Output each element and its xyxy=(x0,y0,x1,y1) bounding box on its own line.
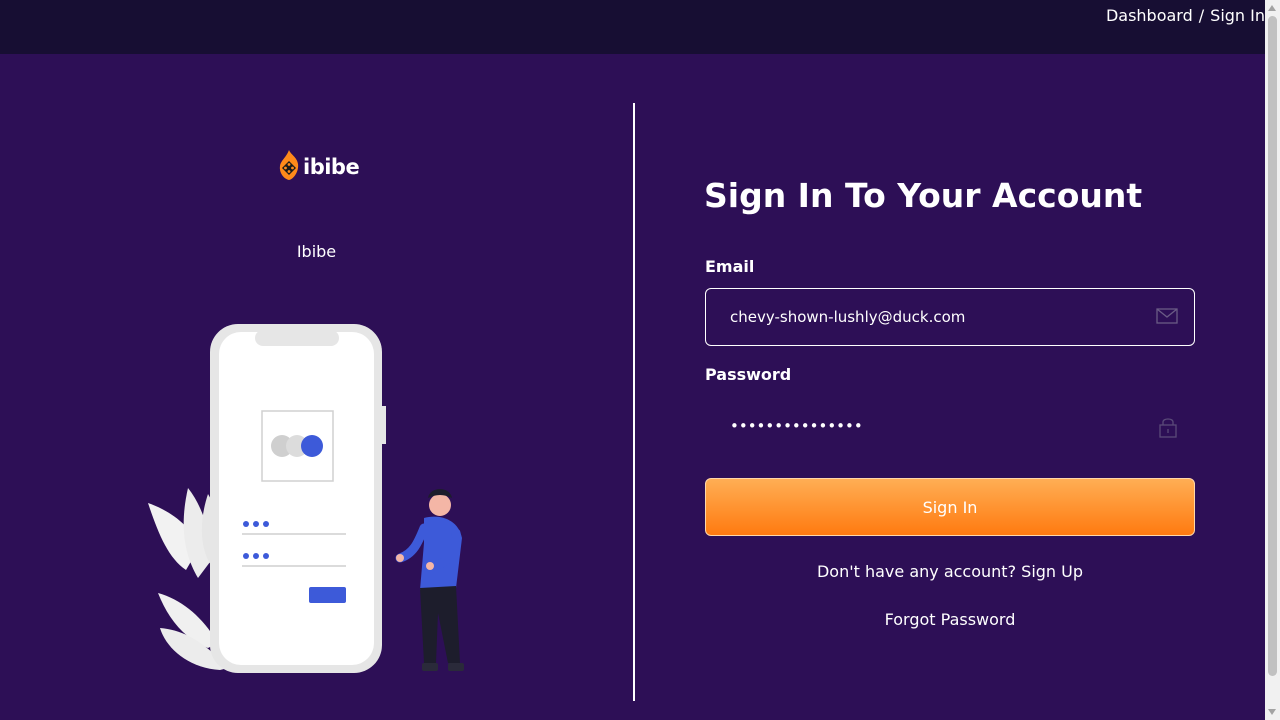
sign-in-button[interactable]: Sign In xyxy=(705,478,1195,536)
breadcrumb-current[interactable]: Sign In xyxy=(1210,6,1265,25)
forgot-password-link[interactable]: Forgot Password xyxy=(705,610,1195,629)
password-label: Password xyxy=(705,365,792,384)
scrollbar-thumb[interactable] xyxy=(1268,16,1277,676)
brand-logo[interactable]: ibibe xyxy=(277,149,360,185)
login-illustration xyxy=(138,318,478,682)
page-title: Sign In To Your Account xyxy=(704,176,1143,215)
page-scrollbar[interactable] xyxy=(1265,0,1280,720)
breadcrumb-dashboard-link[interactable]: Dashboard xyxy=(1106,6,1193,25)
signup-prompt-row: Don't have any account? Sign Up xyxy=(705,562,1195,581)
email-field-wrapper xyxy=(705,288,1195,346)
vertical-divider xyxy=(633,103,635,701)
password-field[interactable] xyxy=(706,398,1194,454)
sign-up-link[interactable]: Sign Up xyxy=(1021,562,1083,581)
scroll-up-arrow-icon[interactable] xyxy=(1268,5,1276,11)
breadcrumb-separator: / xyxy=(1198,6,1205,25)
scroll-down-arrow-icon[interactable] xyxy=(1268,709,1276,715)
logo-text: ibibe xyxy=(303,155,360,179)
email-label: Email xyxy=(705,257,755,276)
dice-flame-icon xyxy=(277,149,301,185)
top-bar: Dashboard / Sign In xyxy=(0,0,1265,54)
breadcrumb: Dashboard / Sign In xyxy=(1106,6,1265,25)
signup-prompt-text: Don't have any account? xyxy=(816,562,1017,581)
email-field[interactable] xyxy=(706,289,1194,345)
envelope-icon xyxy=(1156,307,1178,329)
lock-icon xyxy=(1158,416,1178,442)
person-figure-icon xyxy=(395,489,464,671)
password-field-wrapper xyxy=(705,397,1195,455)
brand-name: Ibibe xyxy=(296,242,337,261)
